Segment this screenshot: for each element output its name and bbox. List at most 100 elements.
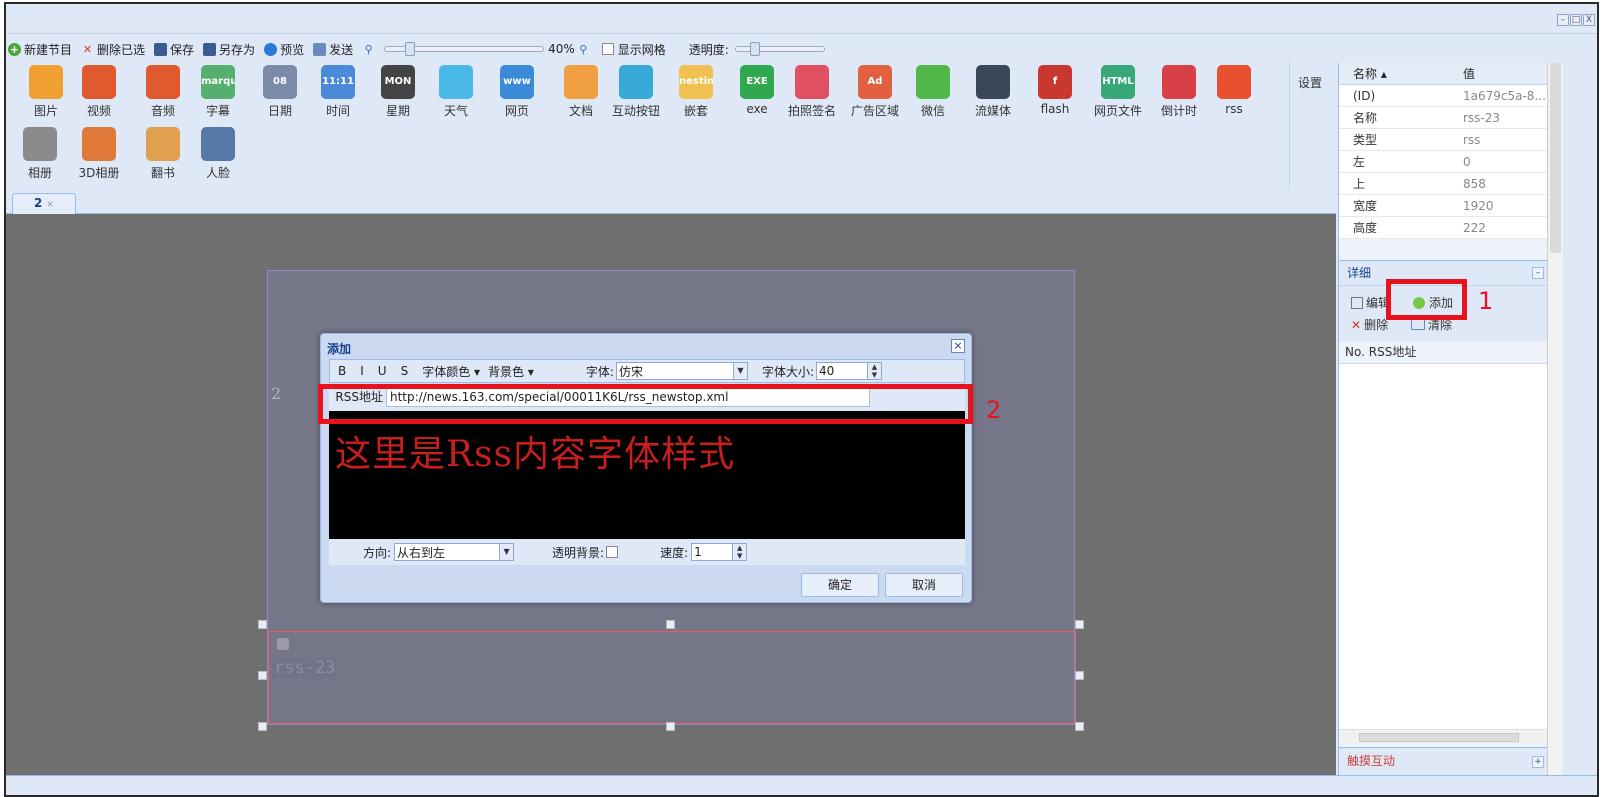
zoom-slider[interactable]: [384, 42, 545, 56]
palette-item-html-file[interactable]: HTML 网页文件: [1088, 65, 1148, 119]
bold-button[interactable]: B: [338, 364, 346, 378]
resize-handle-ml[interactable]: [258, 671, 267, 680]
show-grid-checkbox[interactable]: [601, 43, 614, 55]
cancel-button[interactable]: 取消: [885, 573, 963, 597]
palette-item-wechat[interactable]: 微信: [903, 65, 963, 119]
rss-element-box[interactable]: rss-23: [268, 631, 1076, 724]
palette-item-week[interactable]: MON 星期: [368, 65, 428, 119]
collapse-icon[interactable]: –: [1532, 267, 1544, 279]
palette-item-image[interactable]: 图片: [16, 65, 76, 119]
delete-selected-button[interactable]: ✕ 删除已选: [81, 41, 145, 58]
zoom-out-button[interactable]: ⚲: [362, 43, 378, 56]
maximize-button[interactable]: □: [1570, 14, 1582, 26]
palette-item-3d-album[interactable]: 3D相册: [69, 127, 129, 181]
palette-item-flash[interactable]: f flash: [1025, 65, 1085, 116]
horizontal-scrollbar[interactable]: [1339, 729, 1548, 745]
send-button[interactable]: 发送: [313, 41, 353, 58]
palette-item-video[interactable]: 视频: [69, 65, 129, 119]
background-color-dropdown[interactable]: 背景色 ▾: [488, 363, 534, 380]
font-color-dropdown[interactable]: 字体颜色 ▾: [422, 363, 480, 380]
palette-item-nesting[interactable]: nesting 嵌套: [666, 65, 726, 119]
name-column-header[interactable]: 名称 ▴: [1339, 65, 1457, 82]
font-size-stepper[interactable]: 40 ▲ ▼: [815, 362, 882, 380]
rss-list[interactable]: [1339, 364, 1548, 729]
property-row[interactable]: 宽度 1920: [1339, 195, 1548, 217]
palette-item-interactive-button[interactable]: 互动按钮: [606, 65, 666, 119]
chevron-down-icon[interactable]: ▼: [499, 544, 514, 560]
palette-item-rss[interactable]: rss: [1204, 65, 1264, 116]
save-button[interactable]: 保存: [154, 41, 194, 58]
resize-handle-bl[interactable]: [258, 722, 267, 731]
settings-label[interactable]: 设置: [1298, 74, 1322, 91]
property-value[interactable]: 222: [1457, 221, 1548, 235]
palette-item-countdown[interactable]: 倒计时: [1149, 65, 1209, 119]
scrollbar-thumb[interactable]: [1550, 63, 1561, 253]
transparent-bg-checkbox[interactable]: [606, 546, 619, 558]
touch-interaction-header[interactable]: 触摸互动 +: [1339, 747, 1548, 775]
resize-handle-br[interactable]: [1075, 722, 1084, 731]
property-row[interactable]: 高度 222: [1339, 217, 1548, 239]
palette-item-exe[interactable]: EXE exe: [727, 65, 787, 116]
property-value[interactable]: 1a679c5a-8...: [1457, 89, 1548, 103]
property-row[interactable]: 上 858: [1339, 173, 1548, 195]
resize-handle-tc[interactable]: [666, 620, 675, 629]
dialog-close-button[interactable]: ×: [951, 339, 965, 353]
property-row[interactable]: 名称 rss-23: [1339, 107, 1548, 129]
show-grid-toggle[interactable]: 显示网格: [601, 41, 666, 58]
palette-item-marquee[interactable]: marquee 字幕: [188, 65, 248, 119]
palette-item-date[interactable]: 08 日期: [250, 65, 310, 119]
font-select[interactable]: 仿宋 ▼: [615, 362, 748, 380]
palette-item-stream[interactable]: 流媒体: [963, 65, 1023, 119]
property-value[interactable]: rss-23: [1457, 111, 1548, 125]
resize-handle-tr[interactable]: [1075, 620, 1084, 629]
zoom-in-button[interactable]: ⚲: [577, 43, 593, 56]
italic-button[interactable]: I: [360, 364, 364, 378]
property-row[interactable]: 左0: [1339, 151, 1548, 173]
preview-button[interactable]: 预览: [264, 41, 304, 58]
close-window-button[interactable]: X: [1583, 14, 1595, 26]
stepper-arrows-icon[interactable]: ▲ ▼: [866, 363, 881, 379]
save-as-button[interactable]: 另存为: [203, 41, 255, 58]
chevron-down-icon[interactable]: ▼: [732, 363, 747, 379]
palette-item-webpage[interactable]: www 网页: [487, 65, 547, 119]
palette-item-face[interactable]: 人脸: [188, 127, 248, 181]
palette-item-audio[interactable]: 音频: [133, 65, 193, 119]
palette-item-ad-area[interactable]: Ad 广告区域: [845, 65, 905, 119]
vertical-scrollbar[interactable]: [1547, 63, 1563, 775]
strike-button[interactable]: S: [401, 364, 409, 378]
stepper-arrows-icon[interactable]: ▲ ▼: [732, 544, 747, 560]
direction-select[interactable]: 从右到左 ▼: [394, 543, 515, 561]
value-column-header[interactable]: 值: [1457, 65, 1548, 82]
tab-program-2[interactable]: 2 ×: [12, 193, 76, 214]
speed-stepper[interactable]: 1 ▲ ▼: [691, 543, 748, 561]
palette-item-photo-sign[interactable]: 拍照签名: [782, 65, 842, 119]
property-value[interactable]: rss: [1457, 133, 1548, 147]
palette-item-weather[interactable]: 天气: [426, 65, 486, 119]
opacity-slider-thumb[interactable]: [749, 42, 760, 56]
palette-item-label: exe: [746, 102, 768, 116]
edit-button[interactable]: 编辑: [1351, 294, 1390, 311]
scrollbar-thumb[interactable]: [1359, 733, 1519, 742]
zoom-slider-thumb[interactable]: [405, 42, 416, 56]
resize-handle-mr[interactable]: [1075, 671, 1084, 680]
tab-close-icon[interactable]: ×: [46, 200, 54, 210]
opacity-slider[interactable]: [734, 42, 825, 56]
palette-item-album[interactable]: 相册: [10, 127, 70, 181]
property-row[interactable]: (ID) 1a679c5a-8...: [1339, 85, 1548, 107]
expand-icon[interactable]: +: [1532, 756, 1544, 768]
underline-button[interactable]: U: [378, 364, 387, 378]
property-value[interactable]: 858: [1457, 177, 1548, 191]
property-value[interactable]: 1920: [1457, 199, 1548, 213]
property-row[interactable]: 类型 rss: [1339, 129, 1548, 151]
delete-button[interactable]: ✕ 删除: [1351, 316, 1388, 333]
minimize-button[interactable]: –: [1557, 14, 1569, 26]
palette-item-flipbook[interactable]: 翻书: [133, 127, 193, 181]
palette-item-time[interactable]: 11:11 时间: [308, 65, 368, 119]
component-palette: 图片 视频 音频 marquee 字幕 08 日期 11:11 时间 MON 星期 天气 www 网页 文档…: [6, 63, 1290, 190]
property-value[interactable]: 0: [1457, 155, 1548, 169]
resize-handle-bc[interactable]: [666, 722, 675, 731]
ok-button[interactable]: 确定: [801, 573, 879, 597]
palette-item-document[interactable]: 文档: [551, 65, 611, 119]
resize-handle-tl[interactable]: [258, 620, 267, 629]
new-program-button[interactable]: + 新建节目: [8, 41, 72, 58]
